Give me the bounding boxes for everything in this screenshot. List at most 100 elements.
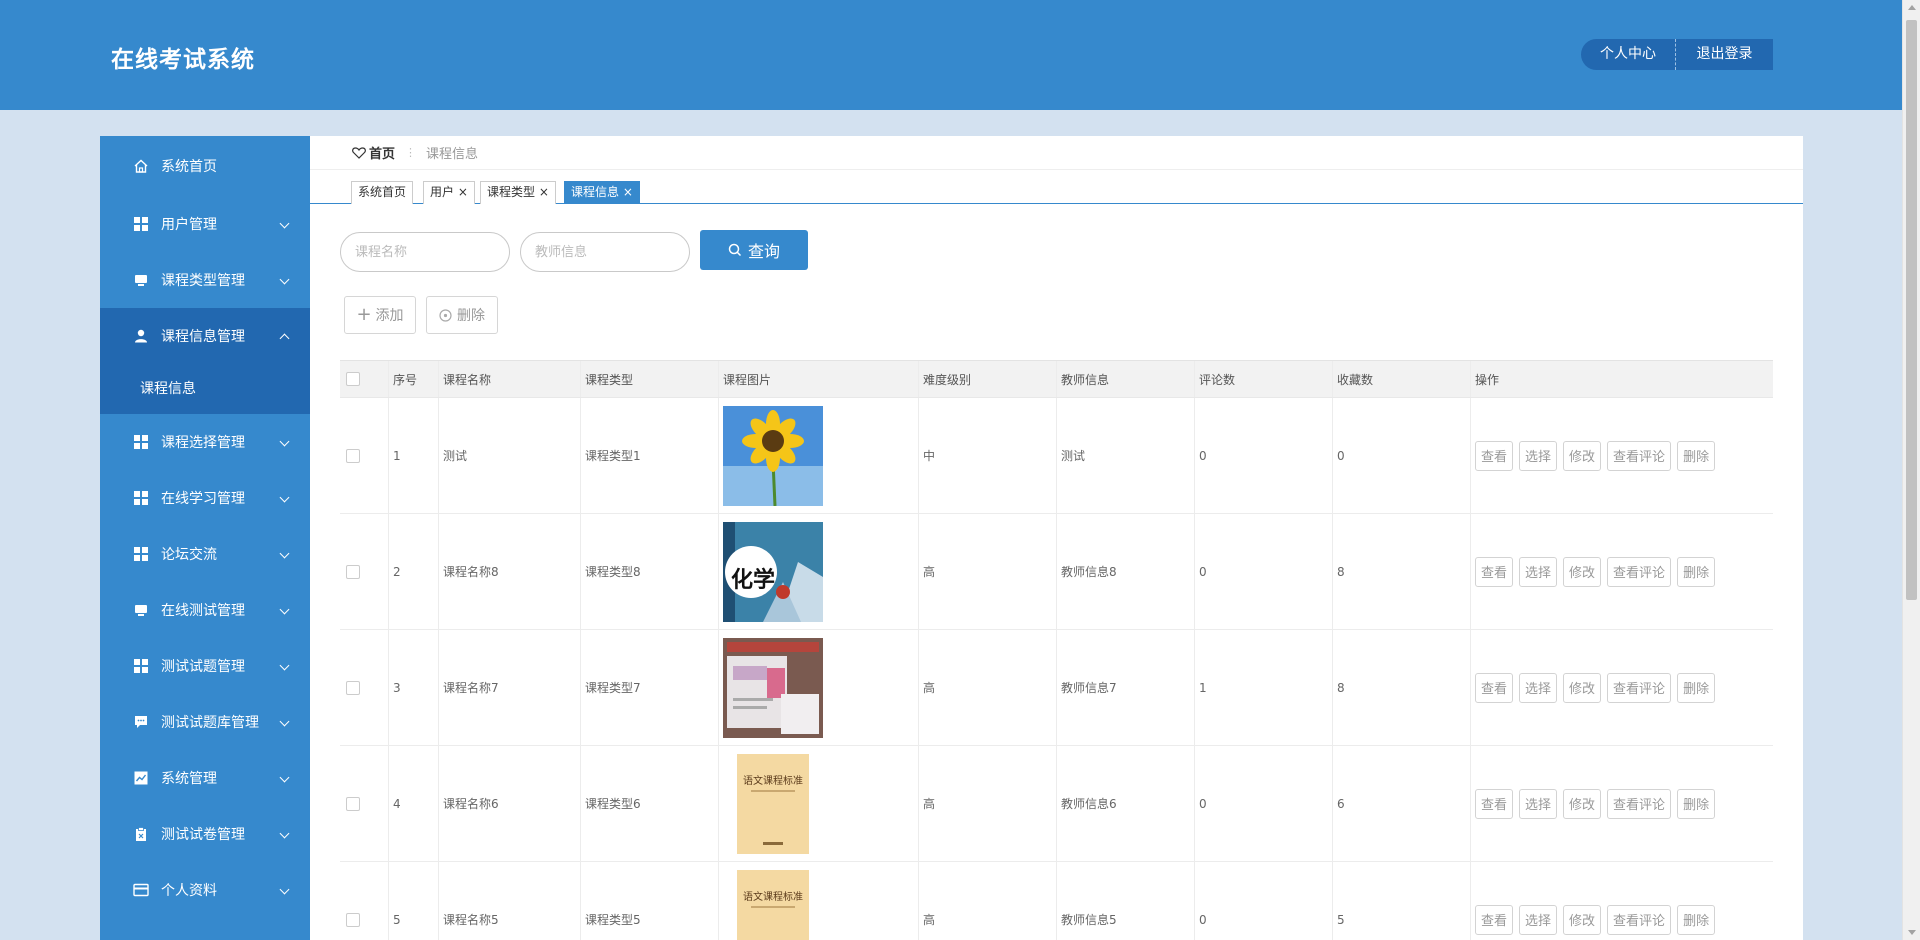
sidebar-item-course-info[interactable]: 课程信息管理 <box>100 308 310 364</box>
row-select-cell <box>340 514 388 629</box>
sidebar-item-test-paper[interactable]: 测试试卷管理 <box>100 806 310 862</box>
chevron-down-icon <box>279 218 290 229</box>
cell-teacher: 教师信息5 <box>1056 862 1194 940</box>
view-comments-button[interactable]: 查看评论 <box>1607 672 1672 703</box>
scroll-up-arrow-icon[interactable] <box>1908 5 1916 10</box>
select-button[interactable]: 选择 <box>1519 904 1558 935</box>
sidebar-item-question-bank[interactable]: 测试试题库管理 <box>100 694 310 750</box>
tab-system-home[interactable]: 系统首页 <box>351 181 414 204</box>
view-button[interactable]: 查看 <box>1475 904 1514 935</box>
edit-button[interactable]: 修改 <box>1563 440 1602 471</box>
view-comments-button[interactable]: 查看评论 <box>1607 904 1672 935</box>
view-button[interactable]: 查看 <box>1475 556 1514 587</box>
delete-button[interactable]: 删除 <box>426 296 498 334</box>
chinese-standard-book-image: 语文课程标准 <box>737 753 809 854</box>
grid-icon <box>132 657 150 675</box>
select-all-checkbox[interactable] <box>346 372 360 386</box>
sidebar-item-profile[interactable]: 个人资料 <box>100 862 310 918</box>
col-header-comments: 评论数 <box>1194 361 1332 397</box>
chevron-down-icon <box>279 492 290 503</box>
cell-favorites: 5 <box>1332 862 1470 940</box>
cell-index: 4 <box>388 746 438 861</box>
sidebar: 系统首页 用户管理 课程类型管理 课程信息管理 课程信息 课程选择管理 在线学习… <box>100 136 310 940</box>
view-button[interactable]: 查看 <box>1475 788 1514 819</box>
select-button[interactable]: 选择 <box>1519 440 1558 471</box>
sidebar-item-home[interactable]: 系统首页 <box>100 136 310 196</box>
delete-circle-icon <box>439 308 452 322</box>
view-button[interactable]: 查看 <box>1475 440 1514 471</box>
breadcrumb-home[interactable]: 首页 <box>352 143 395 162</box>
book-title: 语文课程标准 <box>743 775 803 787</box>
close-icon[interactable]: × <box>454 185 468 199</box>
row-select-cell <box>340 746 388 861</box>
submenu-item-course-info[interactable]: 课程信息 <box>100 364 310 414</box>
cell-level: 中 <box>918 398 1056 513</box>
sidebar-item-test-questions[interactable]: 测试试题管理 <box>100 638 310 694</box>
view-comments-button[interactable]: 查看评论 <box>1607 788 1672 819</box>
search-button[interactable]: 查询 <box>700 230 808 270</box>
scroll-thumb[interactable] <box>1906 20 1917 600</box>
teacher-info-input[interactable] <box>520 232 690 272</box>
row-checkbox[interactable] <box>346 796 360 811</box>
edit-button[interactable]: 修改 <box>1563 672 1602 703</box>
chevron-down-icon <box>279 604 290 615</box>
row-checkbox[interactable] <box>346 564 360 579</box>
sidebar-item-online-learning[interactable]: 在线学习管理 <box>100 470 310 526</box>
row-checkbox[interactable] <box>346 680 360 695</box>
cell-index: 1 <box>388 398 438 513</box>
profile-button[interactable]: 个人中心 <box>1581 39 1676 70</box>
tab-course-types[interactable]: 课程类型 × <box>480 181 556 204</box>
cell-name: 课程名称8 <box>438 514 580 629</box>
main-panel: 首页 ⋮ 课程信息 系统首页 用户 × 课程类型 × 课程信息 × 查询 + 添… <box>310 136 1803 940</box>
book-title-line <box>751 905 795 908</box>
add-button[interactable]: + 添加 <box>344 296 416 334</box>
cell-level: 高 <box>918 630 1056 745</box>
cell-comments: 0 <box>1194 398 1332 513</box>
chevron-down-icon <box>279 548 290 559</box>
select-button[interactable]: 选择 <box>1519 672 1558 703</box>
row-delete-button[interactable]: 删除 <box>1677 788 1716 819</box>
close-icon[interactable]: × <box>619 185 633 199</box>
edit-button[interactable]: 修改 <box>1563 556 1602 587</box>
logout-button[interactable]: 退出登录 <box>1676 39 1773 70</box>
home-icon <box>132 157 150 175</box>
col-header-actions: 操作 <box>1470 361 1773 397</box>
row-checkbox[interactable] <box>346 448 360 463</box>
grid-icon <box>132 545 150 563</box>
sidebar-item-system-management[interactable]: 系统管理 <box>100 750 310 806</box>
view-button[interactable]: 查看 <box>1475 672 1514 703</box>
tab-course-info[interactable]: 课程信息 × <box>564 181 640 204</box>
chevron-down-icon <box>279 274 290 285</box>
edit-button[interactable]: 修改 <box>1563 904 1602 935</box>
sidebar-item-label: 测试试卷管理 <box>161 827 245 843</box>
table-row: 5 课程名称5 课程类型5 语文课程标准 高 教师信息5 0 5 查看 选择 修… <box>340 862 1773 940</box>
edit-button[interactable]: 修改 <box>1563 788 1602 819</box>
row-delete-button[interactable]: 删除 <box>1677 904 1716 935</box>
sidebar-item-forum[interactable]: 论坛交流 <box>100 526 310 582</box>
cell-actions: 查看 选择 修改 查看评论 删除 <box>1470 398 1773 513</box>
row-delete-button[interactable]: 删除 <box>1677 556 1716 587</box>
cell-level: 高 <box>918 862 1056 940</box>
page-scrollbar[interactable] <box>1902 0 1920 940</box>
row-checkbox[interactable] <box>346 912 360 927</box>
view-comments-button[interactable]: 查看评论 <box>1607 440 1672 471</box>
sunflower-image <box>723 405 823 506</box>
col-header-level: 难度级别 <box>918 361 1056 397</box>
tab-users[interactable]: 用户 × <box>423 181 475 204</box>
chevron-down-icon <box>279 716 290 727</box>
select-button[interactable]: 选择 <box>1519 556 1558 587</box>
course-name-input[interactable] <box>340 232 510 272</box>
row-delete-button[interactable]: 删除 <box>1677 672 1716 703</box>
scroll-down-arrow-icon[interactable] <box>1908 930 1916 935</box>
clipboard-icon <box>132 825 150 843</box>
view-comments-button[interactable]: 查看评论 <box>1607 556 1672 587</box>
row-delete-button[interactable]: 删除 <box>1677 440 1716 471</box>
chevron-down-icon <box>279 828 290 839</box>
sidebar-item-online-test[interactable]: 在线测试管理 <box>100 582 310 638</box>
close-icon[interactable]: × <box>535 185 549 199</box>
select-button[interactable]: 选择 <box>1519 788 1558 819</box>
cell-level: 高 <box>918 746 1056 861</box>
sidebar-item-user-management[interactable]: 用户管理 <box>100 196 310 252</box>
sidebar-item-course-type[interactable]: 课程类型管理 <box>100 252 310 308</box>
sidebar-item-course-selection[interactable]: 课程选择管理 <box>100 414 310 470</box>
